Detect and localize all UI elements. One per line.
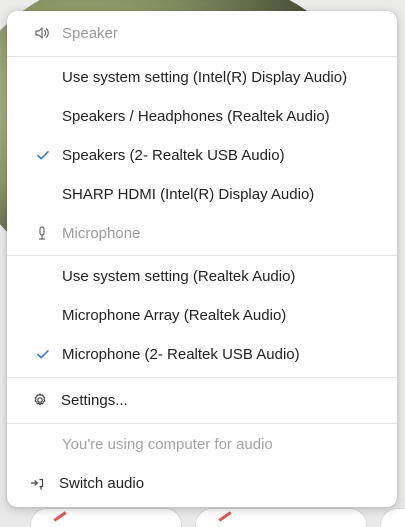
speaker-option[interactable]: Use system setting (Intel(R) Display Aud…: [7, 59, 397, 95]
microphone-section-header: Microphone: [7, 215, 397, 251]
audio-status-note: You're using computer for audio: [7, 426, 397, 462]
switch-audio-menu-item[interactable]: Switch audio: [7, 465, 397, 501]
mute-button[interactable]: [30, 508, 182, 527]
audio-status-label: You're using computer for audio: [62, 435, 273, 453]
microphone-option-label: Microphone (2- Realtek USB Audio): [62, 345, 300, 363]
switch-audio-icon: [29, 474, 47, 492]
settings-menu-item[interactable]: Settings...: [7, 382, 397, 418]
microphone-option[interactable]: Microphone Array (Realtek Audio): [7, 297, 397, 333]
speaker-option-selected[interactable]: Speakers (2- Realtek USB Audio): [7, 137, 397, 173]
video-off-icon: [218, 511, 232, 522]
gear-icon: [31, 391, 49, 409]
switch-audio-label: Switch audio: [59, 474, 145, 492]
divider: [7, 423, 397, 424]
speaker-icon: [33, 24, 51, 42]
settings-label: Settings...: [61, 391, 128, 409]
mute-icon: [53, 511, 67, 522]
divider: [7, 255, 397, 256]
microphone-option-label: Microphone Array (Realtek Audio): [62, 306, 287, 324]
speaker-option[interactable]: Speakers / Headphones (Realtek Audio): [7, 98, 397, 134]
audio-device-menu: Speaker Use system setting (Intel(R) Dis…: [7, 11, 397, 507]
speaker-option-label: Speakers / Headphones (Realtek Audio): [62, 107, 330, 125]
speaker-section-header: Speaker: [7, 15, 397, 51]
microphone-option-label: Use system setting (Realtek Audio): [62, 267, 296, 285]
checkmark-icon: [36, 148, 50, 162]
checkmark-icon: [36, 347, 50, 361]
speaker-option[interactable]: SHARP HDMI (Intel(R) Display Audio): [7, 176, 397, 212]
speaker-option-label: Use system setting (Intel(R) Display Aud…: [62, 68, 348, 86]
start-video-button[interactable]: [195, 508, 367, 527]
divider: [7, 56, 397, 57]
divider: [7, 377, 397, 378]
microphone-option-selected[interactable]: Microphone (2- Realtek USB Audio): [7, 336, 397, 372]
microphone-header-label: Microphone: [62, 224, 141, 242]
speaker-option-label: Speakers (2- Realtek USB Audio): [62, 146, 285, 164]
microphone-option[interactable]: Use system setting (Realtek Audio): [7, 258, 397, 294]
speaker-option-label: SHARP HDMI (Intel(R) Display Audio): [62, 185, 315, 203]
speaker-header-label: Speaker: [62, 24, 118, 42]
microphone-icon: [33, 224, 51, 242]
